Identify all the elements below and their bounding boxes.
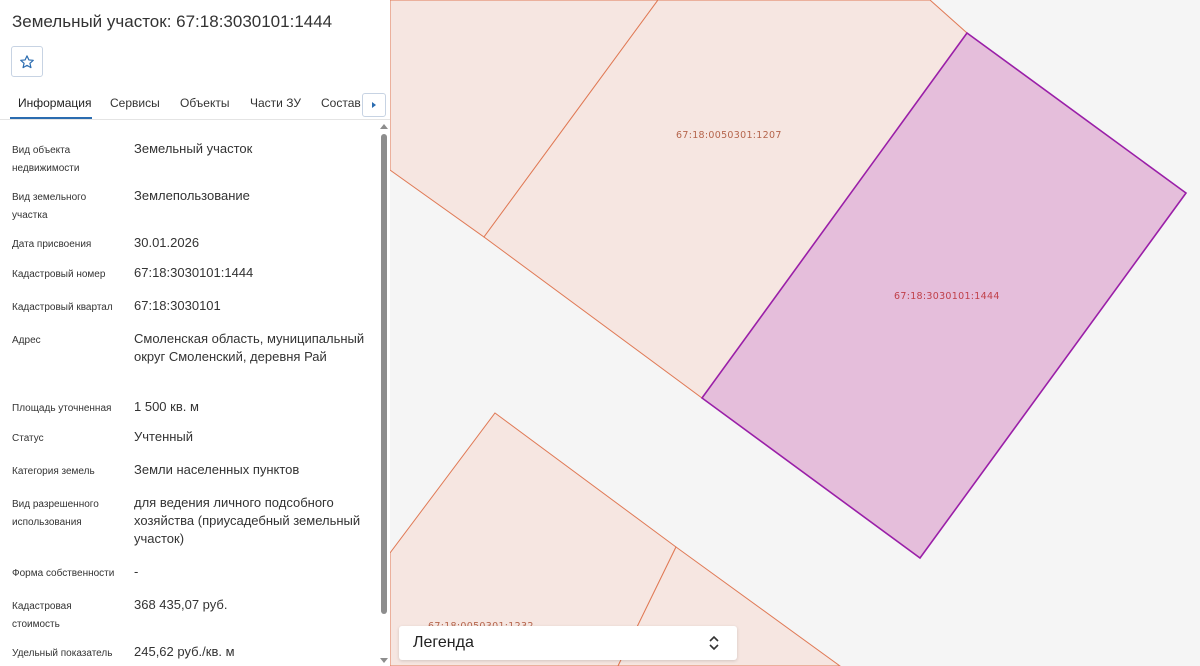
tab-info[interactable]: Информация [18,96,91,110]
property-label: Вид разрешенного использования [12,499,99,528]
property-label: Площадь уточненная [12,403,112,414]
property-label: Вид объекта недвижимости [12,145,80,174]
scroll-down-icon[interactable] [380,658,388,663]
property-list: Вид объекта недвижимости Земельный участ… [0,120,378,666]
scroll-thumb[interactable] [381,134,387,614]
property-value: Учтенный [134,429,194,444]
property-label: Категория земель [12,466,95,477]
tab-services[interactable]: Сервисы [110,96,160,110]
property-value: 30.01.2026 [134,235,200,250]
active-tab-indicator [10,117,92,119]
legend-dropdown[interactable]: Легенда [399,626,737,660]
selected-parcel-label: 67:18:3030101:1444 [894,291,1000,302]
property-value: Землепользование [134,188,250,203]
property-label: Дата присвоения [12,239,92,250]
property-label: Статус [12,433,44,444]
tab-objects[interactable]: Объекты [180,96,230,110]
info-panel: Земельный участок: 67:18:3030101:1444 Ин… [0,0,390,666]
chevron-up-down-icon [709,635,719,651]
property-value: - [134,564,139,579]
tabs-scroll-right-button[interactable] [362,93,386,117]
property-value: 67:18:3030101 [134,298,221,313]
property-value: 245,62 руб./кв. м [134,644,235,659]
property-value: Земли населенных пунктов [134,462,300,477]
property-label: Кадастровый квартал [12,302,113,313]
property-label: Кадастровая стоимость [12,601,72,630]
property-label: Вид земельного участка [12,192,87,221]
property-value: 1 500 кв. м [134,399,199,414]
property-label: Форма собственности [12,568,115,579]
scroll-up-icon[interactable] [380,124,388,129]
property-value: для ведения личного подсобного хозяйства… [134,495,361,546]
property-label: Удельный показатель [12,648,113,659]
property-value: Смоленская область, муниципальный округ … [134,331,365,364]
tab-parts[interactable]: Части ЗУ [250,96,301,110]
legend-label: Легенда [413,634,474,651]
property-label: Кадастровый номер [12,269,106,280]
scrollbar[interactable] [378,120,390,666]
property-value: 368 435,07 руб. [134,597,228,612]
property-label: Адрес [12,335,41,346]
tab-composition[interactable]: Состав [321,96,361,110]
favorite-button[interactable] [11,46,43,77]
tab-bar: Информация Сервисы Объекты Части ЗУ Сост… [0,88,390,120]
caret-right-icon [372,102,376,108]
property-value: 67:18:3030101:1444 [134,265,254,280]
parcel-label: 67:18:0050301:1207 [676,130,782,141]
page-title: Земельный участок: 67:18:3030101:1444 [12,12,333,31]
map-view[interactable]: 67:18:0050301:1207 67:18:3030101:1444 67… [390,0,1200,666]
star-outline-icon [20,54,34,68]
property-value: Земельный участок [134,141,253,156]
